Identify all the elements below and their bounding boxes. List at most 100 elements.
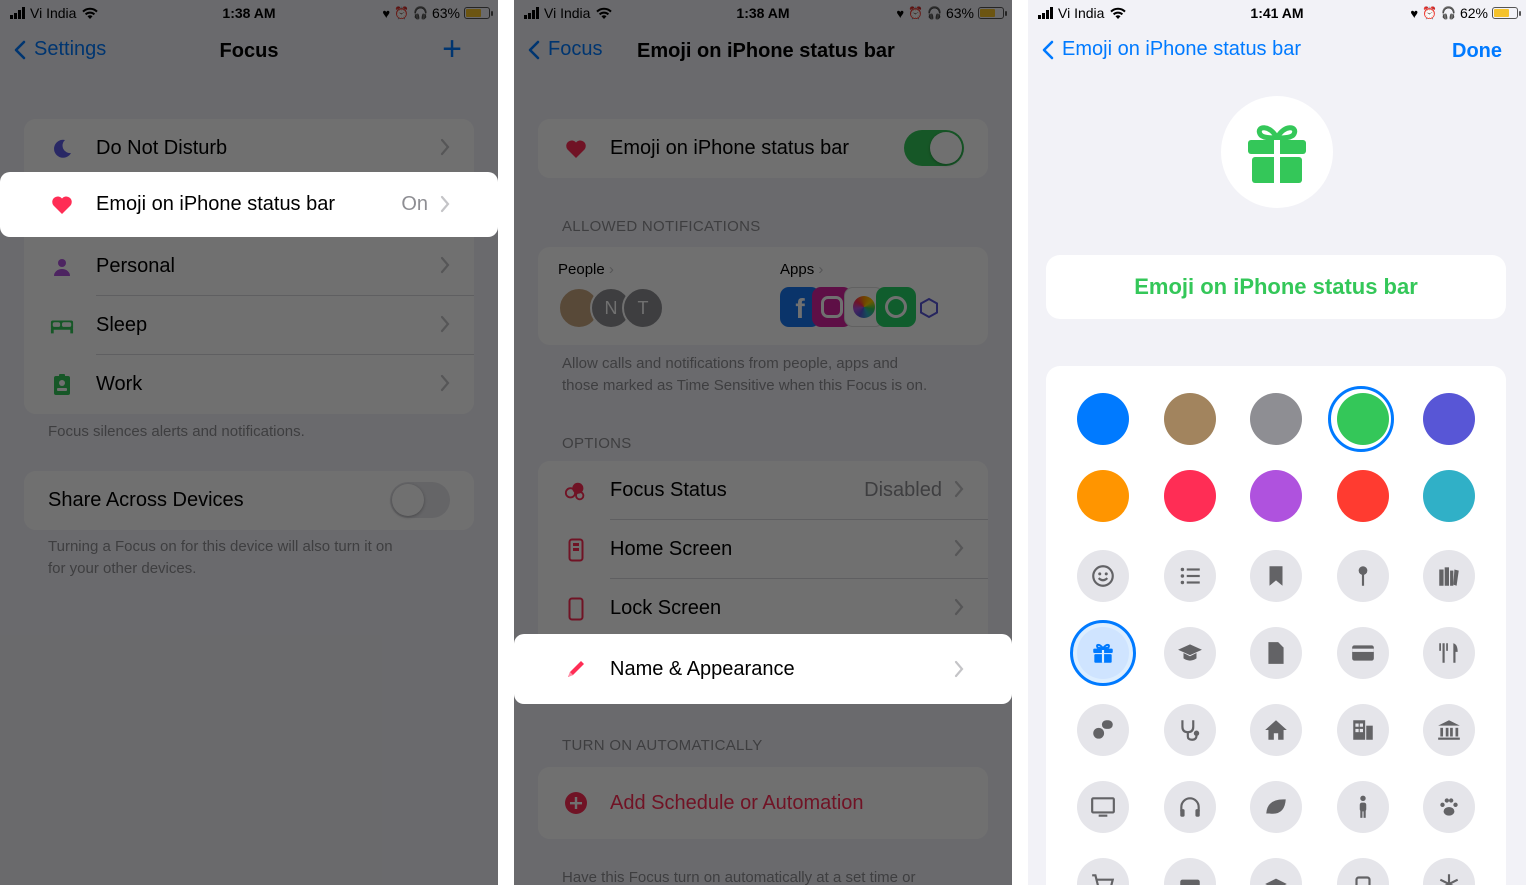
gift-icon [1093,643,1113,663]
glyph-button-list[interactable] [1163,550,1216,602]
alarm-icon: ⏰ [394,6,410,20]
options-header: OPTIONS [562,435,632,452]
headphones-status-icon: 🎧 [1441,6,1456,20]
glyph-button-credit-card[interactable] [1336,627,1389,679]
glyph-button-graduation-cap[interactable] [1163,627,1216,679]
focus-detail-screen: Vi India 1:38 AM ♥ ⏰ 🎧 63% Focus Emoji o… [514,0,1012,885]
headphones-status-icon: 🎧 [413,6,428,20]
glyph-button-cart[interactable] [1077,858,1129,885]
share-footnote: Turning a Focus on for this device will … [48,536,393,580]
focus-row-label: Emoji on iPhone status bar [96,193,336,215]
apps-button[interactable]: Apps › [780,261,823,278]
color-swatch-teal[interactable] [1423,470,1475,522]
focus-icon-preview [1221,96,1333,208]
glyph-button-paw[interactable] [1423,781,1475,833]
heart-icon [564,137,588,161]
glyph-button-document[interactable] [1250,627,1302,679]
focus-name-field[interactable]: Emoji on iPhone status bar [1046,255,1506,319]
glyph-button-desktop[interactable] [1077,781,1129,833]
chevron-right-icon [440,374,450,392]
color-swatch-gray[interactable] [1250,393,1302,445]
color-swatch-brown[interactable] [1163,393,1216,445]
whatsapp-icon [876,287,916,327]
done-button[interactable]: Done [1452,40,1502,63]
gift-icon [1248,125,1306,183]
glyph-button-house[interactable] [1250,704,1302,756]
focus-row-emoji-highlighted[interactable]: Emoji on iPhone status bar On [0,172,498,237]
glyph-button-briefcase[interactable] [1163,858,1216,885]
name-appearance-row-highlighted[interactable]: Name & Appearance [514,634,1012,704]
turn-on-automatically-header: TURN ON AUTOMATICALLY [562,737,763,754]
glyph-button-cup[interactable] [1336,858,1389,885]
focus-status-icon [564,479,588,503]
color-swatch-blue[interactable] [1077,393,1129,445]
automation-group: Add Schedule or Automation [538,767,988,839]
color-swatch-pink[interactable] [1163,470,1216,522]
glyph-button-leaf[interactable] [1250,781,1302,833]
glyph-button-layers[interactable] [1250,858,1302,885]
lock-screen-icon [564,597,588,621]
pills-icon [1093,720,1113,739]
glyph-button-snowflake[interactable] [1423,858,1475,885]
graduation-cap-icon [1177,644,1202,661]
home-screen-row[interactable]: Home Screen [538,520,988,579]
color-swatch-red[interactable] [1336,470,1389,522]
glyph-button-gift[interactable] [1077,627,1129,679]
app-icons: f [780,287,960,329]
lock-screen-row[interactable]: Lock Screen [538,579,988,638]
briefcase-icon [1179,879,1200,885]
share-toggle[interactable] [390,482,450,518]
option-label: Focus Status [610,479,727,501]
heart-status-icon: ♥ [896,5,905,21]
add-schedule-row[interactable]: Add Schedule or Automation [538,767,988,839]
cup-icon [1354,876,1371,885]
add-circle-icon [564,791,588,815]
smiley-icon [1092,565,1114,587]
share-footnote-line: Turning a Focus on for this device will … [48,538,393,555]
glyph-button-stethoscope[interactable] [1163,704,1216,756]
glyph-button-person-standing[interactable] [1336,781,1389,833]
chevron-right-icon [440,315,450,333]
glyph-button-headphones[interactable] [1163,781,1216,833]
focus-toggle[interactable] [904,130,964,166]
focus-row-personal[interactable]: Personal [24,237,474,296]
chevron-right-icon [954,539,964,557]
focus-row-sleep[interactable]: Sleep [24,296,474,355]
focus-row-do-not-disturb[interactable]: Do Not Disturb [24,119,474,178]
color-swatch-indigo[interactable] [1423,393,1475,445]
glyph-button-bank[interactable] [1423,704,1475,756]
glyph-button-building[interactable] [1336,704,1389,756]
automation-footnote: Have this Focus turn on automatically at… [562,869,916,885]
back-button[interactable]: Emoji on iPhone status bar [1042,38,1301,61]
focus-row-value: On [401,193,428,215]
share-across-devices-row: Share Across Devices [24,471,474,530]
books-icon [1439,567,1459,586]
people-button[interactable]: People › [558,261,614,278]
glyph-button-pills[interactable] [1077,704,1129,756]
option-value: Disabled [864,479,942,501]
back-label: Emoji on iPhone status bar [1062,38,1302,60]
back-button[interactable]: Focus [528,38,602,61]
add-focus-button[interactable]: + [442,32,462,66]
building-icon [1352,720,1373,740]
glyph-button-books[interactable] [1423,550,1475,602]
glyph-button-smiley[interactable] [1077,550,1129,602]
navigation-bar: Settings Focus + [0,30,498,74]
glyph-button-bookmark[interactable] [1250,550,1302,602]
back-label: Focus [548,38,603,60]
layers-icon [1265,878,1287,885]
credit-card-icon [1351,645,1374,661]
moon-icon [50,137,74,161]
color-swatch-purple[interactable] [1250,470,1302,522]
shortcuts-icon [918,297,940,319]
fork-knife-icon [1439,643,1458,663]
chevron-right-icon [954,598,964,616]
color-swatch-green[interactable] [1336,393,1389,445]
glyph-button-fork-knife[interactable] [1423,627,1475,679]
color-swatch-orange[interactable] [1077,470,1129,522]
glyph-button-pin[interactable] [1336,550,1389,602]
focus-status-row[interactable]: Focus Status Disabled [538,461,988,520]
focus-row-work[interactable]: Work [24,355,474,414]
focus-modes-list: Do Not Disturb Personal Sleep Work [24,119,474,414]
avatar: T [622,287,664,329]
